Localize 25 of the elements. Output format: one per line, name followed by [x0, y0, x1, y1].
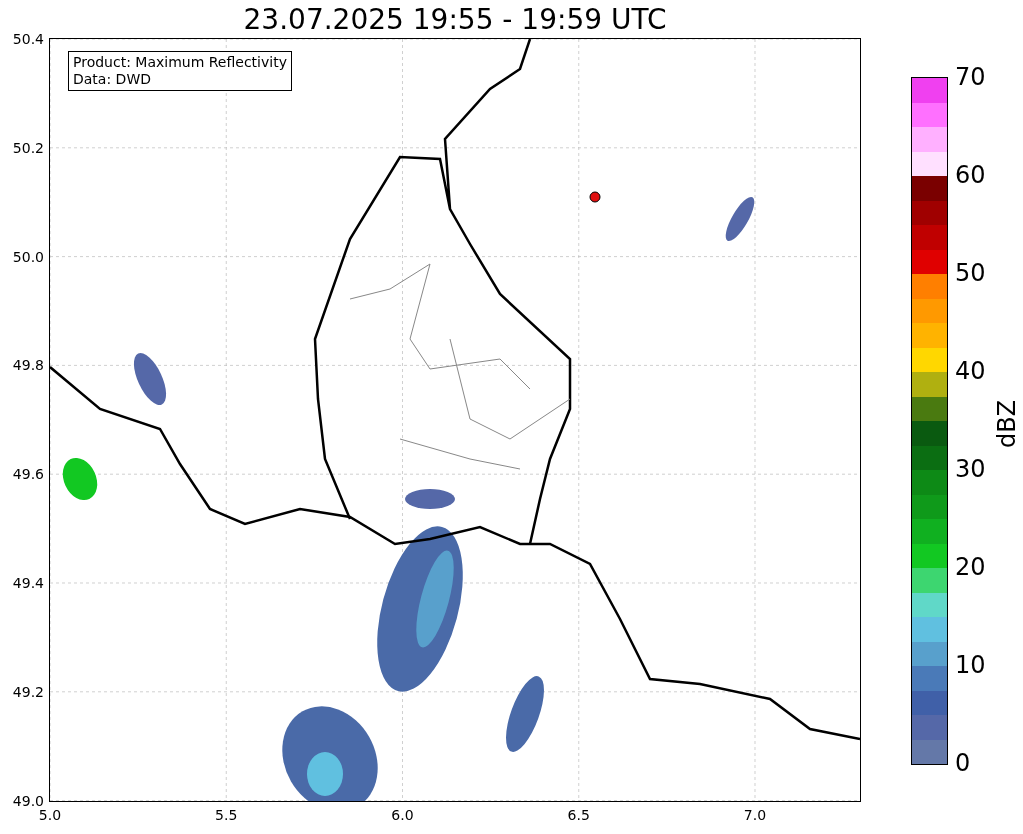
y-tick-label: 50.4 [12, 31, 44, 47]
x-tick-label: 6.5 [567, 807, 590, 823]
y-tick-label: 49.2 [12, 683, 44, 700]
y-tick-label: 49.4 [12, 575, 44, 591]
colorbar-tick-label: 70 [955, 63, 986, 91]
colorbar-tick-label: 10 [955, 651, 986, 679]
x-tick-label: 5.0 [38, 807, 62, 823]
colorbar-tick-label: 50 [955, 259, 986, 287]
legend-text: Product: Maximum Reflectivity [73, 54, 287, 71]
colorbar-tick-label: 60 [955, 161, 986, 189]
y-tick-label: 50.0 [12, 248, 44, 265]
y-tick-label: 49.0 [12, 792, 44, 809]
x-tick-label: 7.0 [743, 807, 767, 823]
x-tick-label: 6.0 [391, 807, 414, 823]
colorbar-tick-label: 30 [955, 455, 986, 483]
legend-text: Data: DWD [73, 71, 152, 88]
colorbar-label: dBZ [993, 399, 1022, 449]
colorbar-tick-label: 0 [955, 749, 971, 777]
chart-title: 23.07.2025 19:55 - 19:59 UTC [242, 2, 668, 38]
colorbar-tick-label: 20 [955, 553, 986, 581]
x-tick-label: 5.5 [215, 807, 238, 823]
y-tick-label: 50.2 [12, 139, 44, 156]
y-tick-label: 49.8 [12, 357, 44, 374]
y-tick-label: 49.6 [12, 466, 44, 483]
colorbar-tick-label: 40 [955, 357, 986, 385]
